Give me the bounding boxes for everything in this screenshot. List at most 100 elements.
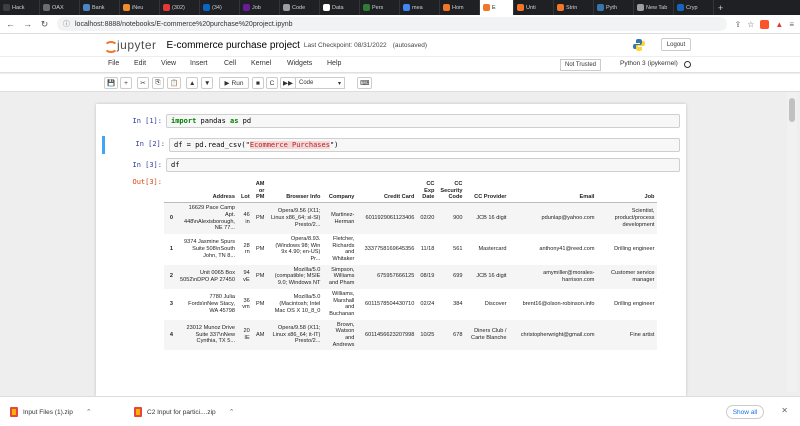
download-item[interactable]: C2 Input for partici....zip ⌃ <box>134 403 235 421</box>
browser-tab[interactable]: (34) <box>200 0 240 15</box>
tab-favicon-icon <box>443 4 450 11</box>
menu-cell[interactable]: Cell <box>224 60 236 67</box>
browser-tab[interactable]: Cryp <box>674 0 714 15</box>
tab-favicon-icon <box>483 4 490 11</box>
add-cell-icon[interactable]: + <box>120 77 132 89</box>
column-header: CC Security Code <box>437 180 466 204</box>
tab-label: Hack <box>12 4 25 11</box>
code-input[interactable]: df = pd.read_csv("Ecommerce Purchases") <box>169 138 680 152</box>
menu-widgets[interactable]: Widgets <box>287 60 312 67</box>
menu-edit[interactable]: Edit <box>134 60 146 67</box>
cut-icon[interactable]: ✂ <box>137 77 149 89</box>
tab-favicon-icon <box>43 4 50 11</box>
input-prompt: In [3]: <box>132 161 162 169</box>
save-icon[interactable]: 💾 <box>104 77 119 89</box>
notebook-title[interactable]: E-commerce purchase project <box>167 40 300 51</box>
browser-tab[interactable]: Unti <box>514 0 554 15</box>
table-cell: AM <box>256 331 265 338</box>
browser-tab[interactable]: Strin <box>554 0 594 15</box>
menu-view[interactable]: View <box>161 60 176 67</box>
move-up-icon[interactable]: ▲ <box>186 77 199 89</box>
column-header: Lot <box>238 180 253 204</box>
tab-label: E <box>492 4 496 11</box>
menu-file[interactable]: File <box>108 60 119 67</box>
info-icon[interactable]: ⓘ <box>63 19 70 29</box>
url-field[interactable]: ⓘ localhost:8888/notebooks/E-commerce%20… <box>57 17 727 31</box>
table-cell: anthony41@reed.com <box>539 245 595 252</box>
browser-tab-bar: Hack OAX Bank iNeu (302) (34) Job Code Data Pers m… <box>0 0 800 15</box>
trust-status-button[interactable]: Not Trusted <box>560 59 602 71</box>
column-header: Credit Card <box>357 180 418 204</box>
table-cell: 9374 Jasmine Spurs Suite 508\nSouth John… <box>184 239 235 259</box>
logout-button[interactable]: Logout <box>661 38 691 51</box>
browser-tab[interactable]: Job <box>240 0 280 15</box>
new-tab-icon[interactable]: + <box>714 3 727 13</box>
browser-tab[interactable]: Data <box>320 0 360 15</box>
stop-icon[interactable]: ■ <box>252 77 264 89</box>
browser-tab[interactable]: (302) <box>160 0 200 15</box>
code-input[interactable]: df <box>166 158 680 172</box>
browser-tab[interactable]: Pers <box>360 0 400 15</box>
table-row: 1 9374 Jasmine Spurs Suite 508\nSouth Joh… <box>164 234 657 265</box>
code-cell-1[interactable]: In [1]: import pandas as pd <box>102 114 680 130</box>
table-cell: PM <box>256 300 265 307</box>
code-cell-2[interactable]: In [2]: df = pd.read_csv("Ecommerce Purc… <box>102 136 680 154</box>
address-bar-icons: ⇪ ☆ ▲ ≡ <box>735 19 794 29</box>
browser-tab[interactable]: mea <box>400 0 440 15</box>
chevron-up-icon[interactable]: ⌃ <box>86 408 92 416</box>
menu-kernel[interactable]: Kernel <box>251 60 271 67</box>
kernel-name[interactable]: Python 3 (ipykernel) <box>620 60 678 67</box>
tab-favicon-icon <box>403 4 410 11</box>
copy-icon[interactable]: ⎘ <box>152 77 164 89</box>
jupyter-logo[interactable]: jupyter <box>104 38 157 53</box>
table-cell: Mastercard <box>478 245 507 252</box>
bookmark-icon[interactable]: ☆ <box>747 20 754 29</box>
code-input[interactable]: import pandas as pd <box>166 114 680 128</box>
back-icon[interactable]: ← <box>6 19 15 29</box>
keyboard-icon[interactable]: ⌨ <box>357 77 373 89</box>
table-cell: Drilling engineer <box>614 245 655 252</box>
move-down-icon[interactable]: ▼ <box>201 77 214 89</box>
cell-type-select[interactable]: Code ▾ <box>295 77 345 89</box>
table-cell: Discover <box>484 300 507 307</box>
reload-icon[interactable]: ↻ <box>40 19 49 30</box>
paste-icon[interactable]: 📋 <box>167 77 182 89</box>
show-all-button[interactable]: Show all <box>726 405 764 419</box>
download-item[interactable]: Input Files (1).zip ⌃ <box>10 403 92 421</box>
menu-help[interactable]: Help <box>327 60 341 67</box>
browser-tab[interactable]: OAX <box>40 0 80 15</box>
chevron-up-icon[interactable]: ⌃ <box>229 408 235 416</box>
restart-run-all-icon[interactable]: ▶▶ <box>280 77 296 89</box>
close-icon[interactable]: ✕ <box>781 406 788 415</box>
share-icon[interactable]: ⇪ <box>735 20 742 29</box>
forward-icon[interactable]: → <box>23 19 32 29</box>
menu-icon[interactable]: ≡ <box>789 20 794 29</box>
rewards-icon[interactable]: ▲ <box>775 20 783 29</box>
table-cell: Opera/9.58 (X11; Linux x86_64; it-IT) Pr… <box>272 325 321 345</box>
browser-tab[interactable]: Hom <box>440 0 480 15</box>
table-cell: Fletcher, Richards and Whitaker <box>332 235 355 263</box>
menu-insert[interactable]: Insert <box>190 60 208 67</box>
browser-tab[interactable]: New Tab <box>634 0 674 15</box>
scrollbar-thumb[interactable] <box>789 98 795 122</box>
output-prompt: Out[3]: <box>132 178 162 186</box>
table-cell: 900 <box>453 215 463 222</box>
browser-tab[interactable]: Pyth <box>594 0 634 15</box>
browser-tab[interactable]: Bank <box>80 0 120 15</box>
table-cell: Drilling engineer <box>614 300 655 307</box>
browser-tab[interactable]: Hack <box>0 0 40 15</box>
table-cell: 08/19 <box>420 273 435 280</box>
table-cell: 46 in <box>243 211 250 225</box>
code-cell-3[interactable]: In [3]: df Out[3]: Address Lot AM or PM Bro… <box>102 158 680 396</box>
table-cell: Diners Club / Carte Blanche <box>471 328 507 342</box>
browser-tab[interactable]: E <box>480 0 514 15</box>
browser-tab[interactable]: Code <box>280 0 320 15</box>
table-header-row: Address Lot AM or PM Browser Info Company Cre… <box>164 180 658 204</box>
run-button[interactable]: ▶ Run <box>219 77 249 89</box>
row-index: 3 <box>169 300 173 307</box>
restart-icon[interactable]: C <box>266 77 278 89</box>
page-scrollbar[interactable] <box>787 92 797 392</box>
brave-shield-icon[interactable] <box>760 19 770 29</box>
tab-favicon-icon <box>163 4 170 11</box>
browser-tab[interactable]: iNeu <box>120 0 160 15</box>
